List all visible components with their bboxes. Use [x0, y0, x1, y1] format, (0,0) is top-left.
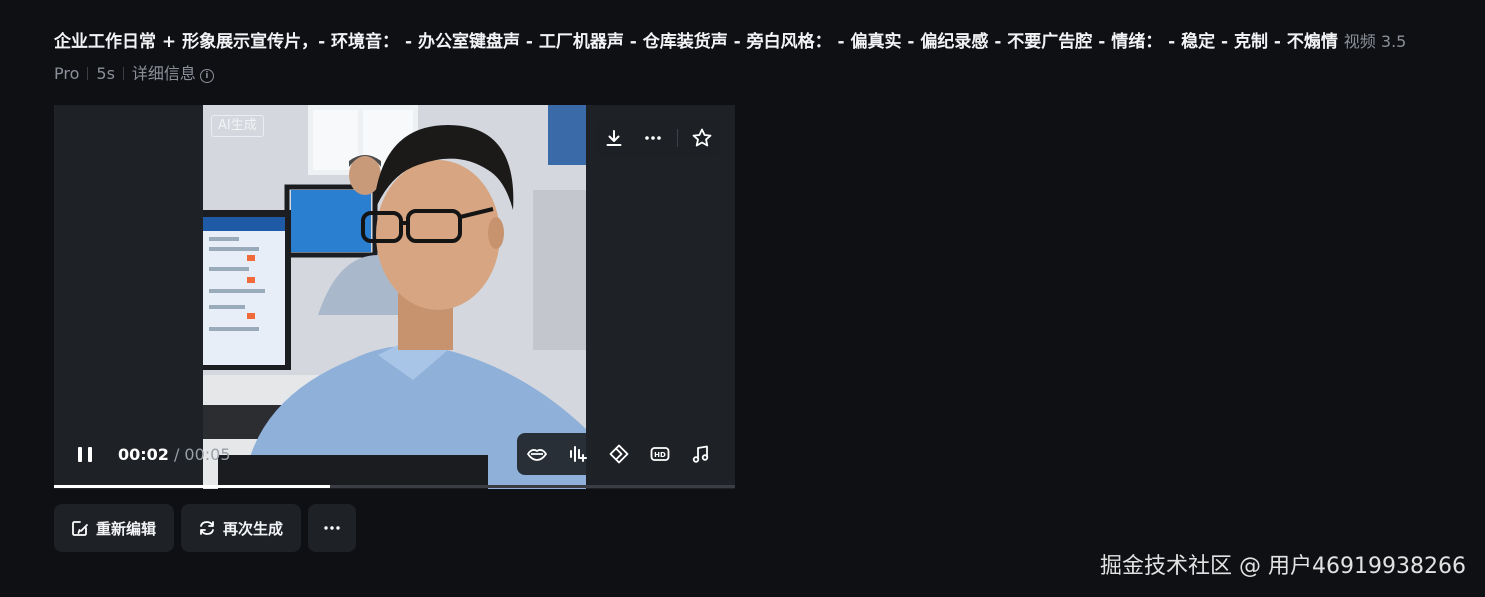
- divider: [122, 67, 124, 80]
- regenerate-button[interactable]: 再次生成: [181, 504, 302, 552]
- info-icon[interactable]: i: [199, 69, 214, 83]
- divider: [87, 67, 89, 80]
- more-icon[interactable]: [638, 123, 668, 153]
- current-time: 00:02: [118, 444, 169, 464]
- audio-wave-icon[interactable]: [563, 439, 593, 469]
- edit-icon: [72, 521, 88, 536]
- video-frame: [203, 105, 586, 489]
- playback-controls: 00:02 / 00:05: [76, 443, 231, 465]
- total-time: / 00:05: [173, 444, 231, 464]
- refresh-icon: [200, 521, 214, 535]
- progress-bar[interactable]: [54, 485, 735, 488]
- details-link[interactable]: 详细信息: [132, 64, 196, 83]
- svg-text:HD: HD: [654, 451, 666, 459]
- diamond-icon[interactable]: [604, 439, 634, 469]
- watermark: 掘金技术社区 @ 用户46919938266: [1100, 554, 1466, 579]
- top-toolbar: [595, 119, 721, 157]
- ai-generated-badge: AI生成: [211, 115, 264, 137]
- star-icon[interactable]: [687, 123, 717, 153]
- reedit-label: 重新编辑: [96, 519, 157, 538]
- regenerate-label: 再次生成: [223, 519, 284, 538]
- lip-sync-icon[interactable]: [522, 439, 552, 469]
- divider: [676, 129, 678, 147]
- hd-icon[interactable]: HD: [645, 439, 675, 469]
- download-icon[interactable]: [599, 123, 629, 153]
- progress-fill: [54, 485, 331, 488]
- pause-icon[interactable]: [76, 445, 94, 463]
- video-player[interactable]: AI生成 00:02 / 00:05 HD: [54, 105, 735, 489]
- prompt-text: 企业工作日常 + 形象展示宣传片，- 环境音： - 办公室键盘声 - 工厂机器声…: [54, 26, 1414, 90]
- music-icon[interactable]: [686, 439, 716, 469]
- duration-label: 5s: [96, 64, 115, 83]
- reedit-button[interactable]: 重新编辑: [54, 504, 175, 552]
- action-buttons: 重新编辑 再次生成: [54, 504, 357, 552]
- more-actions-button[interactable]: [308, 504, 357, 552]
- more-icon: [324, 526, 340, 530]
- bottom-toolbar: HD: [517, 433, 721, 475]
- prompt-body: 企业工作日常 + 形象展示宣传片，- 环境音： - 办公室键盘声 - 工厂机器声…: [54, 32, 1338, 52]
